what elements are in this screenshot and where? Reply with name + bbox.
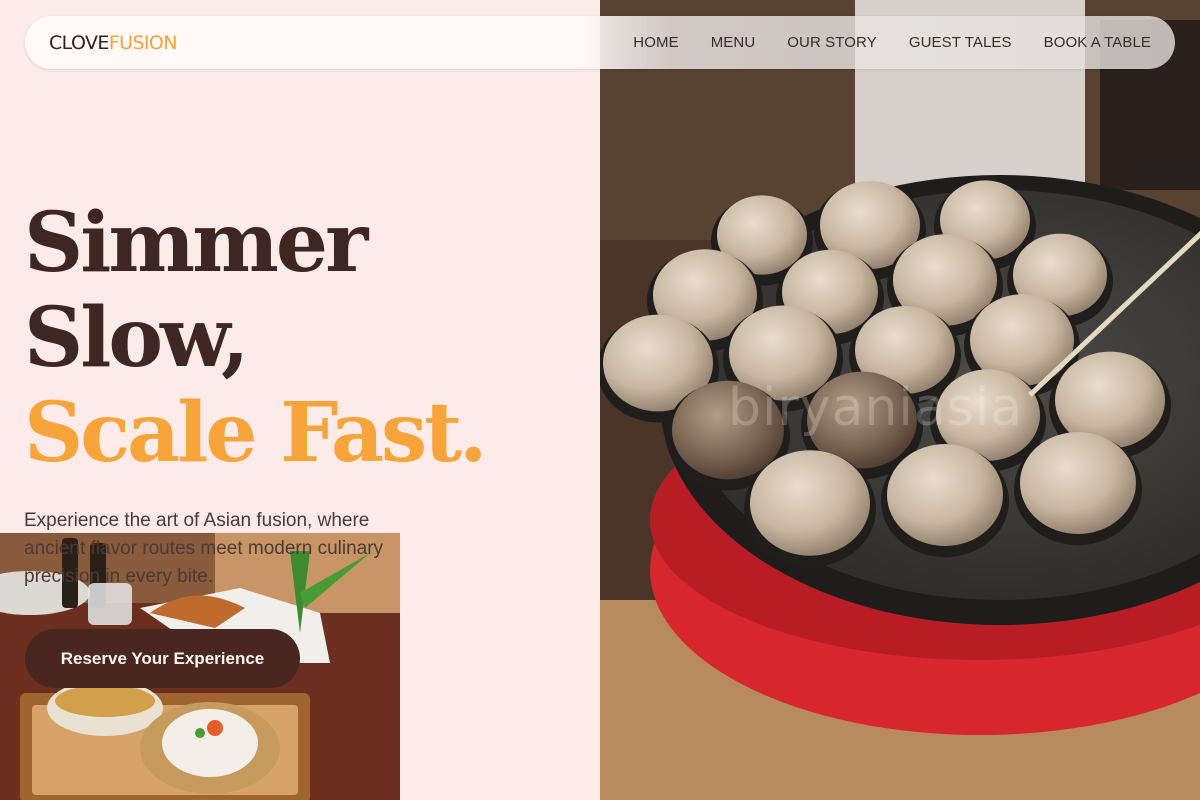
nav-book-a-table[interactable]: BOOK A TABLE — [1044, 34, 1151, 51]
nav-menu[interactable]: MENU — [711, 34, 756, 51]
top-navigation: CLOVEFUSION HOME MENU OUR STORY GUEST TA… — [25, 16, 1175, 69]
brand-logo[interactable]: CLOVEFUSION — [49, 32, 177, 54]
reserve-experience-button[interactable]: Reserve Your Experience — [25, 629, 300, 688]
nav-guest-tales[interactable]: GUEST TALES — [909, 34, 1012, 51]
photo-watermark: biryaniasia — [728, 378, 1024, 438]
takoyaki-ball — [887, 443, 1003, 547]
hero-title-line3: Scale Fast. — [24, 385, 488, 481]
nav-our-story[interactable]: OUR STORY — [787, 34, 877, 51]
nav-home[interactable]: HOME — [633, 34, 678, 51]
hero-title-line1: Simmer — [24, 195, 368, 291]
hero-title-line2: Slow, — [24, 290, 250, 386]
takoyaki-ball — [750, 450, 870, 556]
hero-description: Experience the art of Asian fusion, wher… — [24, 510, 384, 587]
nav-links: HOME MENU OUR STORY GUEST TALES BOOK A T… — [633, 16, 1151, 69]
takoyaki-ball — [1020, 431, 1136, 535]
hero-title: Simmer Slow, Scale Fast. — [24, 195, 488, 481]
